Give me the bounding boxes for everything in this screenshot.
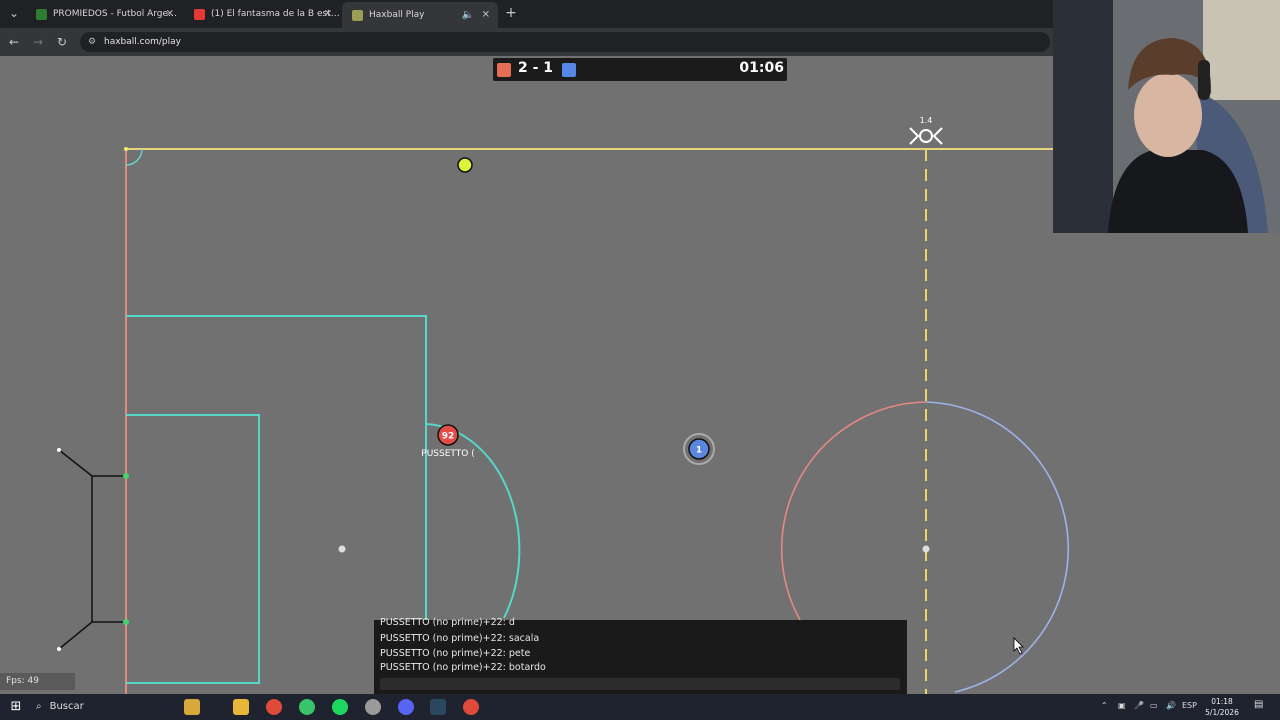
goal-post-bottom [123, 619, 129, 625]
scoreboard: 2 - 1 01:06 [493, 58, 787, 81]
tab-label: (1) El fantasma de la B está lleg [211, 9, 340, 19]
search-icon: ⌕ [36, 701, 42, 712]
webcam-feed-image [1053, 0, 1280, 233]
mouse-cursor-icon [1013, 637, 1024, 655]
tab-haxball[interactable]: Haxball Play 🔈 ✕ [342, 2, 498, 28]
network-icon[interactable]: ▭ [1150, 701, 1158, 710]
close-tab-icon[interactable]: ✕ [166, 9, 174, 20]
tab-promiedos[interactable]: PROMIEDOS - Futbol Argentino ✕ [26, 3, 182, 25]
chat-input[interactable] [380, 678, 900, 690]
haxball-favicon-icon [352, 9, 363, 21]
penalty-spot [338, 545, 346, 553]
speaker-icon[interactable]: 🔈 [462, 10, 474, 21]
windows-start-icon[interactable]: ⊞ [8, 699, 24, 715]
obs-icon[interactable] [365, 699, 381, 715]
red-player-number: 92 [442, 432, 455, 442]
center-spot [922, 545, 930, 553]
ball [457, 157, 473, 173]
promiedos-favicon-icon [36, 8, 47, 20]
blue-team-indicator [562, 63, 576, 77]
center-circle-blue [925, 401, 1069, 693]
notification-icon[interactable]: ▤ [1254, 699, 1263, 710]
tab-youtube[interactable]: (1) El fantasma de la B está lleg ✕ [184, 3, 340, 25]
red-player-name: PUSSETTO ( [421, 449, 474, 459]
score-text: 2 - 1 [518, 60, 554, 76]
site-info-icon[interactable]: ⚙ [88, 32, 96, 52]
reload-icon[interactable]: ↻ [54, 34, 70, 50]
tab-list-icon[interactable]: ⌄ [6, 5, 22, 21]
microphone-icon[interactable]: 🎤 [1134, 701, 1144, 710]
system-clock[interactable]: 01:18 5/1/2026 [1200, 696, 1244, 718]
volume-icon[interactable]: 🔊 [1166, 701, 1176, 710]
youtube-favicon-icon [194, 8, 205, 20]
close-tab-icon[interactable]: ✕ [324, 9, 332, 20]
close-tab-icon[interactable]: ✕ [482, 10, 490, 21]
chat-line: PUSSETTO (no prime)+22: pete [380, 648, 531, 659]
spotify-icon[interactable] [332, 699, 348, 715]
taskbar: ⊞ ⌕ Buscar ⌃ ▣ 🎤 ▭ 🔊 ESP 01:18 5/1/2026 ▤ [0, 694, 1280, 720]
goal-post-top [123, 473, 129, 479]
goal-area [126, 414, 260, 684]
center-circle-red [780, 401, 927, 621]
chat-box: PUSSETTO (no prime)+22: d PUSSETTO (no p… [374, 617, 907, 694]
search-label: Buscar [49, 701, 84, 712]
forward-icon[interactable]: → [30, 34, 46, 50]
tab-label: Haxball Play [369, 10, 425, 20]
url-text: haxball.com/play [104, 37, 181, 47]
clock-date: 5/1/2026 [1205, 708, 1239, 717]
copilot-icon[interactable] [184, 699, 200, 715]
url-field[interactable]: ⚙ haxball.com/play [80, 32, 1050, 52]
tray-chevron-icon[interactable]: ⌃ [1101, 701, 1108, 710]
back-icon[interactable]: ← [6, 34, 22, 50]
chrome-active-icon[interactable] [463, 699, 479, 715]
corner-point [124, 147, 128, 151]
webcam-overlay [1053, 0, 1280, 233]
chat-line: PUSSETTO (no prime)+22: d [380, 617, 515, 628]
net-post [57, 647, 61, 651]
new-tab-icon[interactable]: + [503, 5, 519, 21]
corner-arc [125, 148, 143, 166]
chat-line: PUSSETTO (no prime)+22: sacala [380, 633, 540, 644]
language-indicator[interactable]: ESP [1182, 701, 1197, 710]
goal-net [58, 449, 126, 650]
discord-icon[interactable] [398, 699, 414, 715]
tray-app-icon[interactable]: ▣ [1118, 701, 1126, 710]
whatsapp-icon[interactable] [299, 699, 315, 715]
blue-player-number: 1 [696, 446, 702, 456]
steam-icon[interactable] [430, 699, 446, 715]
tab-label: PROMIEDOS - Futbol Argentino [53, 9, 182, 19]
goal-marker-text: 1.4 [920, 116, 933, 125]
chrome-icon[interactable] [266, 699, 282, 715]
net-post [57, 448, 61, 452]
file-explorer-icon[interactable] [233, 699, 249, 715]
fps-counter: Fps: 49 [0, 673, 75, 690]
match-timer: 01:06 [739, 60, 784, 76]
red-team-indicator [497, 63, 511, 77]
chat-line: PUSSETTO (no prime)+22: botardo [380, 662, 546, 673]
clock-time: 01:18 [1211, 697, 1233, 706]
